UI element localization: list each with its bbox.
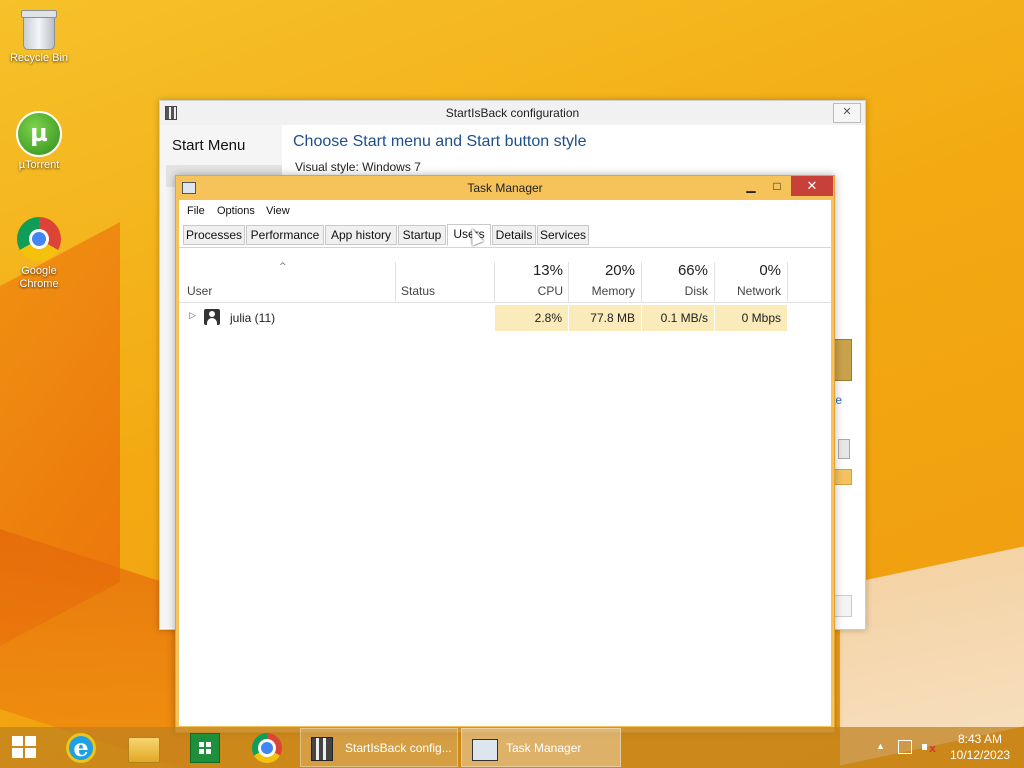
tab-bar: Processes Performance App history Startu…: [179, 224, 831, 248]
taskbar-app-label: StartIsBack config...: [345, 741, 452, 755]
column-separator[interactable]: [568, 262, 569, 302]
close-button[interactable]: ✕: [833, 103, 861, 123]
startisback-app-icon: [311, 737, 333, 761]
column-separator[interactable]: [494, 262, 495, 302]
header-divider: [179, 302, 831, 303]
chrome-icon: [17, 217, 61, 261]
close-button[interactable]: ✕: [791, 176, 833, 196]
column-separator[interactable]: [395, 262, 396, 302]
column-header-network[interactable]: Network: [725, 284, 781, 298]
column-header-disk[interactable]: Disk: [671, 284, 708, 298]
menu-bar: File Options View: [179, 203, 831, 223]
show-hidden-icons-button[interactable]: ▲: [876, 741, 885, 768]
tab-details[interactable]: Details: [492, 225, 536, 245]
window-title: Task Manager: [467, 181, 543, 195]
taskbar-app-label: Task Manager: [506, 741, 582, 755]
desktop-icon-label: Recycle Bin: [9, 52, 69, 64]
tab-performance[interactable]: Performance: [246, 225, 324, 245]
column-separator[interactable]: [787, 262, 788, 302]
window-titlebar[interactable]: StartIsBack configuration ✕: [160, 101, 865, 125]
tab-startup[interactable]: Startup: [398, 225, 446, 245]
file-explorer-icon[interactable]: [128, 737, 160, 763]
desktop-icon-label: Google Chrome: [19, 265, 59, 290]
users-table: ^ User Status 13% CPU 20% Memory 66% Dis…: [179, 248, 831, 718]
desktop-icon-utorrent[interactable]: µ µTorrent: [1, 111, 77, 172]
visual-style-row: Visual style: Windows 7: [295, 160, 421, 174]
maximize-button[interactable]: □: [764, 176, 790, 196]
start-button[interactable]: [8, 727, 40, 768]
network-icon[interactable]: [898, 740, 912, 754]
volume-muted-icon[interactable]: [922, 740, 936, 755]
clock[interactable]: 8:43 AM 10/12/2023: [950, 731, 1010, 763]
menu-item-view[interactable]: View: [266, 205, 290, 217]
menu-item-options[interactable]: Options: [217, 205, 255, 217]
recycle-bin-icon: [21, 10, 57, 50]
windows-logo-icon: [12, 736, 36, 758]
tab-services[interactable]: Services: [537, 225, 589, 245]
chrome-icon[interactable]: [252, 733, 282, 763]
minimize-button[interactable]: ▁: [738, 176, 764, 196]
column-separator[interactable]: [641, 262, 642, 302]
cpu-cell: 2.8%: [495, 305, 569, 331]
disk-cell: 0.1 MB/s: [642, 305, 715, 331]
utorrent-icon: µ: [16, 111, 62, 157]
column-header-cpu[interactable]: CPU: [531, 284, 563, 298]
memory-cell: 77.8 MB: [569, 305, 642, 331]
color-swatch[interactable]: [832, 469, 852, 485]
taskbar: e StartIsBack config... Task Manager ▲ 8…: [0, 727, 1024, 768]
user-name: julia (11): [230, 311, 276, 325]
tab-processes[interactable]: Processes: [183, 225, 245, 245]
window-title: StartIsBack configuration: [445, 106, 580, 120]
slider-handle[interactable]: [838, 439, 850, 459]
user-avatar-icon: [204, 309, 220, 325]
dialog-button[interactable]: [832, 595, 852, 617]
desktop-icon-label: µTorrent: [18, 159, 60, 171]
startisback-app-icon: [165, 106, 177, 120]
page-heading: Choose Start menu and Start button style: [293, 133, 587, 150]
tab-app-history[interactable]: App history: [325, 225, 397, 245]
desktop: Recycle Bin µ µTorrent Google Chrome Sta…: [0, 0, 1024, 768]
window-frame: [831, 200, 834, 732]
column-header-status[interactable]: Status: [401, 284, 435, 298]
sort-indicator: ^: [279, 262, 287, 272]
clock-time: 8:43 AM: [957, 732, 1003, 746]
network-usage-total: 0%: [759, 262, 781, 279]
visual-style-label: Visual style:: [295, 160, 359, 174]
clock-date: 10/12/2023: [950, 748, 1011, 762]
window-titlebar[interactable]: Task Manager ▁ □ ✕: [176, 176, 834, 200]
taskbar-app-task-manager[interactable]: Task Manager: [461, 728, 621, 767]
visual-style-value[interactable]: Windows 7: [362, 160, 421, 174]
memory-usage-total: 20%: [604, 262, 635, 279]
task-manager-window: Task Manager ▁ □ ✕ File Options View Pro…: [175, 175, 835, 733]
sidebar-item-start-menu[interactable]: Start Menu: [172, 137, 245, 154]
windows-store-icon[interactable]: [190, 733, 220, 763]
desktop-icon-chrome[interactable]: Google Chrome: [1, 217, 77, 291]
column-header-memory[interactable]: Memory: [579, 284, 635, 298]
task-manager-app-icon: [182, 182, 196, 194]
expand-arrow-icon[interactable]: ▷: [189, 311, 196, 321]
internet-explorer-icon[interactable]: e: [66, 733, 96, 763]
menu-item-file[interactable]: File: [187, 205, 205, 217]
disk-usage-total: 66%: [677, 262, 708, 279]
style-preview-thumbnail[interactable]: [832, 339, 852, 381]
cpu-usage-total: 13%: [532, 262, 563, 279]
desktop-icon-recycle-bin[interactable]: Recycle Bin: [1, 8, 77, 65]
column-separator[interactable]: [714, 262, 715, 302]
taskbar-app-startisback[interactable]: StartIsBack config...: [300, 728, 458, 767]
column-header-user[interactable]: User: [187, 284, 212, 298]
task-manager-app-icon: [472, 739, 498, 761]
network-cell: 0 Mbps: [715, 305, 788, 331]
